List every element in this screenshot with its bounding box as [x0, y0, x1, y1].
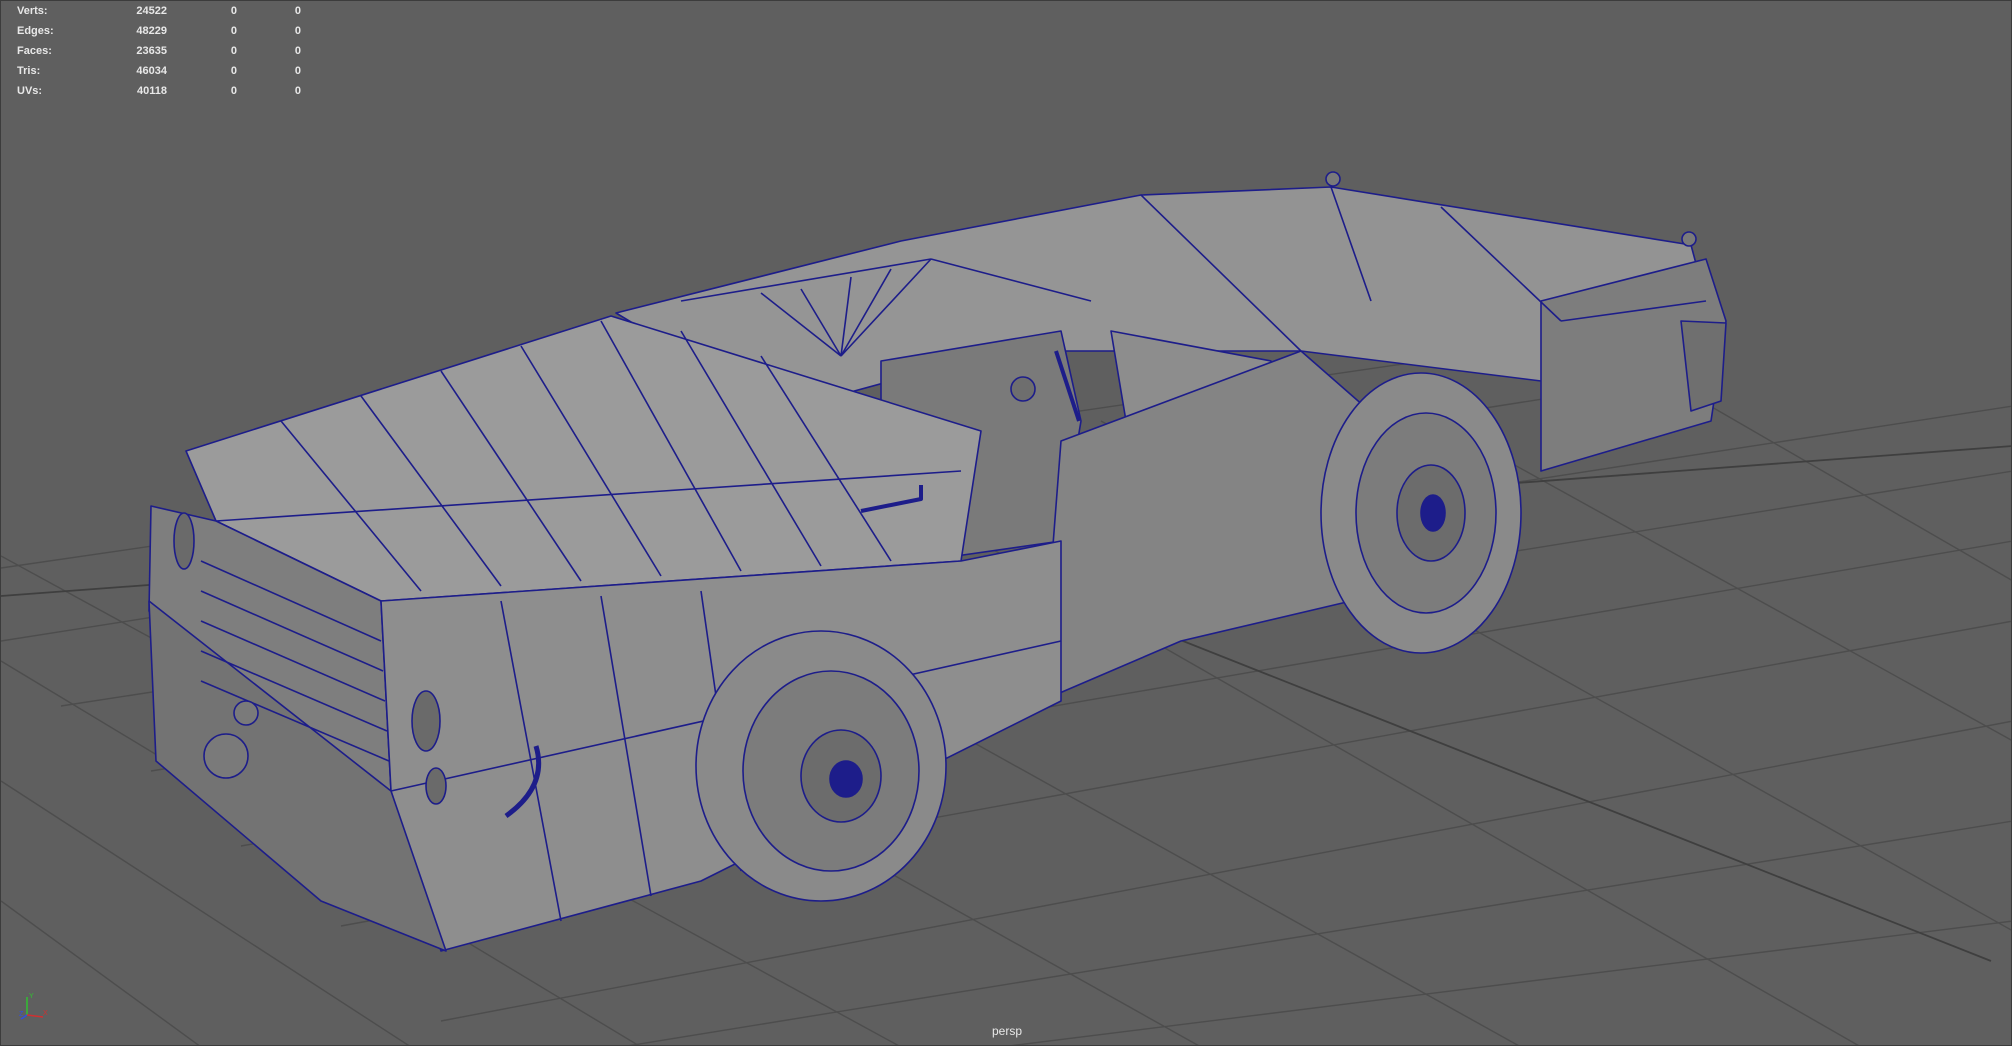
- axis-y-label: Y: [29, 993, 34, 1000]
- hud-row-faces: Faces: 23635 0 0: [17, 45, 301, 57]
- viewport-persp[interactable]: Verts: 24522 0 0 Edges: 48229 0 0 Faces:…: [0, 0, 2012, 1046]
- hud-row-edges: Edges: 48229 0 0: [17, 25, 301, 37]
- hud-row-verts: Verts: 24522 0 0: [17, 5, 301, 17]
- front-wheel: [695, 630, 947, 902]
- poly-count-hud: Verts: 24522 0 0 Edges: 48229 0 0 Faces:…: [17, 1, 301, 101]
- tow-hook: [203, 733, 249, 779]
- tie-down-ring: [1681, 231, 1697, 247]
- axis-gizmo: Y X Z: [19, 993, 48, 1020]
- scene-canvas[interactable]: [1, 1, 2012, 1046]
- hud-row-tris: Tris: 46034 0 0: [17, 65, 301, 77]
- headlight-right: [173, 512, 195, 570]
- headlight-left: [411, 690, 441, 752]
- tie-down-ring: [1325, 171, 1341, 187]
- camera-name-label: persp: [991, 1024, 1023, 1038]
- axis-x-line: [26, 1014, 44, 1018]
- headlight-lower: [425, 767, 447, 805]
- hud-row-uvs: UVs: 40118 0 0: [17, 85, 301, 97]
- axis-z-label: Z: [19, 1011, 24, 1018]
- rear-wheel: [1320, 372, 1522, 654]
- axis-x-label: X: [43, 1010, 48, 1017]
- steering-dial: [1010, 376, 1036, 402]
